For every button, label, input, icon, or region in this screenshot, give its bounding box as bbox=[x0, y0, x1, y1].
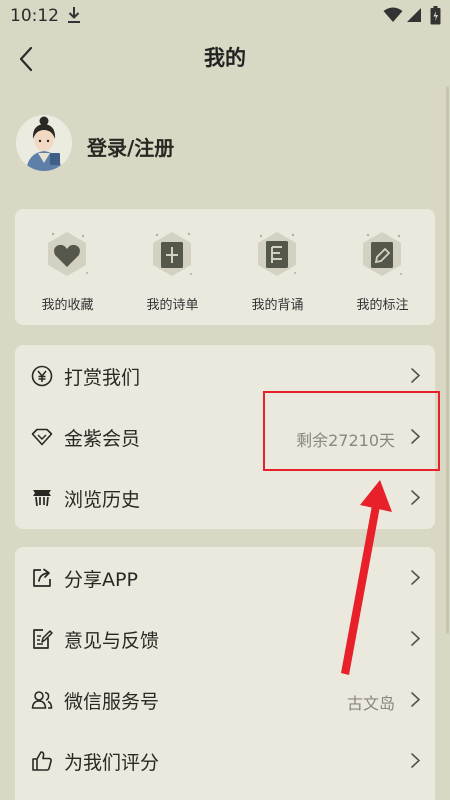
scroll-indicator bbox=[446, 86, 449, 634]
annotate-edit-icon bbox=[363, 232, 402, 276]
vip-days-remaining: 剩余27210天 bbox=[296, 431, 395, 450]
shortcut-recite[interactable]: 我的背诵 bbox=[225, 209, 330, 325]
chevron-right-icon bbox=[411, 429, 421, 444]
feedback-icon bbox=[33, 629, 53, 649]
menu-item-tip-us[interactable]: 打赏我们 bbox=[15, 345, 435, 406]
page-title: 我的 bbox=[204, 46, 246, 70]
wechat-users-icon bbox=[31, 691, 53, 709]
chevron-right-icon bbox=[411, 570, 421, 585]
shortcut-favorites[interactable]: 我的收藏 bbox=[15, 209, 120, 325]
chevron-right-icon bbox=[411, 368, 421, 383]
menu-item-label: 浏览历史 bbox=[64, 489, 141, 511]
menu-item-share-app[interactable]: 分享APP bbox=[15, 547, 435, 608]
wechat-account-name: 古文岛 bbox=[346, 694, 395, 713]
avatar[interactable] bbox=[16, 115, 72, 171]
profile-login-row[interactable]: 登录/注册 bbox=[16, 115, 316, 177]
menu-item-vip-member[interactable]: 金紫会员 剩余27210天 bbox=[15, 406, 435, 467]
yuan-coin-icon bbox=[31, 365, 53, 387]
shortcut-annotations[interactable]: 我的标注 bbox=[330, 209, 435, 325]
shortcut-label: 我的诗单 bbox=[146, 298, 199, 313]
menu-group-1: 打赏我们 金紫会员 剩余27210天 浏览历史 bbox=[15, 345, 435, 529]
menu-item-feedback[interactable]: 意见与反馈 bbox=[15, 608, 435, 669]
shortcut-label: 我的收藏 bbox=[41, 298, 94, 313]
menu-item-label: 打赏我们 bbox=[64, 367, 141, 389]
battery-icon bbox=[430, 6, 441, 25]
status-time: 10:12 bbox=[10, 6, 59, 26]
thumbs-up-icon bbox=[32, 751, 52, 771]
menu-group-2: 分享APP 意见与反馈 微信服务号 古文岛 为我们评分 bbox=[15, 547, 435, 800]
recite-book-icon bbox=[258, 232, 296, 276]
share-icon bbox=[33, 568, 51, 587]
menu-item-history[interactable]: 浏览历史 bbox=[15, 467, 435, 528]
chevron-right-icon bbox=[411, 490, 421, 505]
history-icon bbox=[33, 490, 51, 507]
chevron-right-icon bbox=[411, 692, 421, 707]
login-register-label: 登录/注册 bbox=[87, 136, 175, 160]
status-bar: 10:12 bbox=[0, 0, 450, 32]
download-icon bbox=[68, 7, 80, 23]
menu-item-label: 为我们评分 bbox=[64, 752, 160, 774]
menu-item-wechat-account[interactable]: 微信服务号 古文岛 bbox=[15, 669, 435, 730]
diamond-icon bbox=[31, 428, 53, 446]
shortcut-label: 我的背诵 bbox=[251, 298, 304, 313]
shortcuts-card: 我的收藏 我的诗单 我的背诵 我的标注 bbox=[15, 209, 435, 325]
menu-item-label: 意见与反馈 bbox=[64, 630, 160, 652]
menu-item-rate-us[interactable]: 为我们评分 bbox=[15, 730, 435, 791]
menu-item-label: 金紫会员 bbox=[64, 428, 141, 450]
menu-item-label: 分享APP bbox=[64, 569, 138, 591]
heart-icon bbox=[48, 232, 88, 276]
shortcut-poem-list[interactable]: 我的诗单 bbox=[120, 209, 225, 325]
poem-list-icon bbox=[153, 232, 192, 276]
chevron-right-icon bbox=[411, 631, 421, 646]
nav-bar: 我的 bbox=[0, 32, 450, 84]
menu-item-label: 微信服务号 bbox=[64, 691, 160, 713]
shortcut-label: 我的标注 bbox=[356, 298, 409, 313]
wifi-icon bbox=[383, 7, 403, 22]
signal-icon bbox=[407, 8, 421, 22]
scholar-avatar-icon bbox=[16, 115, 72, 171]
chevron-right-icon bbox=[411, 753, 421, 768]
